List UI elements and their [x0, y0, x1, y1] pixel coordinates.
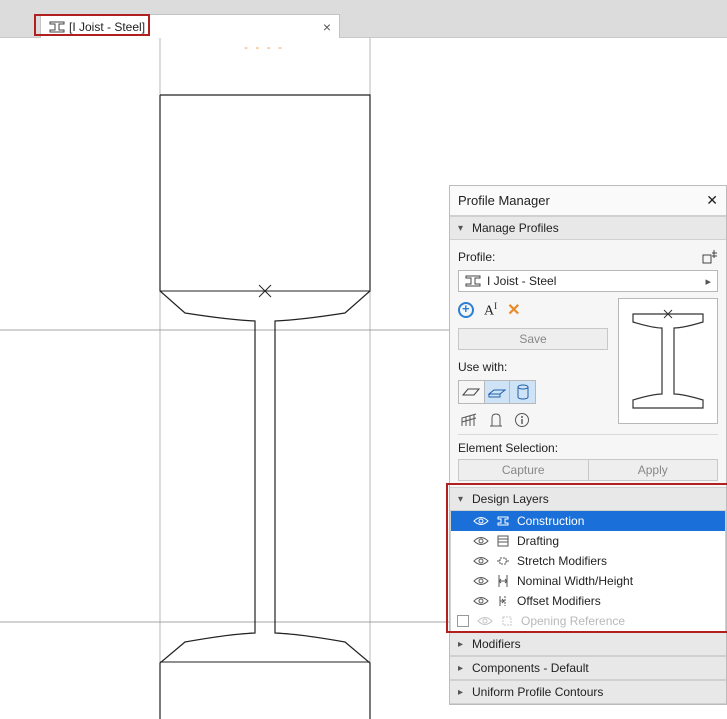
chevron-down-icon: [458, 494, 472, 505]
layer-label: Drafting: [517, 534, 559, 548]
layer-label: Construction: [517, 514, 584, 528]
tab-strip: [I Joist - Steel] ×: [0, 14, 727, 38]
tab-close-icon[interactable]: ×: [323, 19, 331, 35]
stretch-icon: [495, 554, 511, 568]
use-with-column[interactable]: [510, 381, 535, 403]
apply-button[interactable]: Apply: [589, 459, 719, 481]
layer-label: Stretch Modifiers: [517, 554, 607, 568]
use-with-label: Use with:: [458, 360, 608, 374]
layer-label: Offset Modifiers: [517, 594, 601, 608]
use-with-beam[interactable]: [485, 381, 511, 403]
section-components[interactable]: Components - Default: [450, 656, 726, 680]
design-layers-list: Construction Drafting Stretch Modifiers: [450, 511, 726, 632]
profile-manager-panel: Profile Manager ✕ Manage Profiles Profil…: [449, 185, 727, 705]
section-manage-profiles[interactable]: Manage Profiles: [450, 216, 726, 240]
section-label: Design Layers: [472, 492, 549, 506]
visibility-icon[interactable]: [477, 615, 493, 627]
panel-title: Profile Manager: [458, 193, 550, 208]
section-label: Components - Default: [472, 661, 589, 675]
profile-settings-icon[interactable]: [702, 250, 718, 264]
profile-name: I Joist - Steel: [487, 274, 705, 288]
layer-stretch-modifiers[interactable]: Stretch Modifiers: [451, 551, 725, 571]
dimension-icon: [495, 574, 511, 588]
layer-nominal-wh[interactable]: Nominal Width/Height: [451, 571, 725, 591]
section-label: Modifiers: [472, 637, 521, 651]
layer-label: Nominal Width/Height: [517, 574, 633, 588]
ibeam-icon: [49, 20, 65, 34]
chevron-right-icon: [458, 639, 472, 650]
layer-checkbox[interactable]: [457, 615, 469, 627]
visibility-icon[interactable]: [473, 555, 489, 567]
use-with-handrail-icon[interactable]: [460, 412, 478, 428]
layer-offset-modifiers[interactable]: Offset Modifiers: [451, 591, 725, 611]
visibility-icon[interactable]: [473, 575, 489, 587]
tab-title: [I Joist - Steel]: [69, 20, 323, 34]
offset-icon: [495, 594, 511, 608]
caret-right-icon: ▸: [705, 275, 711, 288]
manage-profiles-body: Profile: I Joist - Steel ▸ AI ✕ Save Use…: [450, 240, 726, 487]
save-button[interactable]: Save: [458, 328, 608, 350]
info-icon[interactable]: [514, 412, 530, 428]
layer-label: Opening Reference: [521, 614, 625, 628]
chevron-down-icon: [458, 223, 472, 234]
new-profile-button[interactable]: [458, 302, 474, 318]
layer-construction[interactable]: Construction: [451, 511, 725, 531]
drafting-icon: [495, 534, 511, 548]
section-design-layers[interactable]: Design Layers: [450, 487, 726, 511]
use-with-wall[interactable]: [459, 381, 485, 403]
use-with-object-icon[interactable]: [488, 412, 504, 428]
delete-profile-button[interactable]: ✕: [507, 300, 520, 320]
visibility-icon[interactable]: [473, 515, 489, 527]
use-with-toggle: [458, 380, 536, 404]
rename-profile-button[interactable]: AI: [484, 301, 497, 320]
profile-select[interactable]: I Joist - Steel ▸: [458, 270, 718, 292]
chevron-right-icon: [458, 687, 472, 698]
visibility-icon[interactable]: [473, 535, 489, 547]
capture-button[interactable]: Capture: [458, 459, 589, 481]
section-label: Uniform Profile Contours: [472, 685, 603, 699]
profile-preview: [618, 298, 718, 424]
panel-header[interactable]: Profile Manager ✕: [450, 186, 726, 216]
section-modifiers[interactable]: Modifiers: [450, 632, 726, 656]
element-selection-label: Element Selection:: [458, 434, 718, 459]
ibeam-icon: [465, 274, 481, 288]
opening-icon: [499, 614, 515, 628]
chevron-right-icon: [458, 663, 472, 674]
layer-opening-reference[interactable]: Opening Reference: [451, 611, 725, 631]
construction-icon: [495, 514, 511, 528]
section-contours[interactable]: Uniform Profile Contours: [450, 680, 726, 704]
document-tab[interactable]: [I Joist - Steel] ×: [40, 14, 340, 38]
layer-drafting[interactable]: Drafting: [451, 531, 725, 551]
window-titlebar: [0, 0, 727, 14]
section-label: Manage Profiles: [472, 221, 559, 235]
panel-close-icon[interactable]: ✕: [706, 192, 718, 209]
visibility-icon[interactable]: [473, 595, 489, 607]
profile-label: Profile:: [458, 250, 495, 264]
